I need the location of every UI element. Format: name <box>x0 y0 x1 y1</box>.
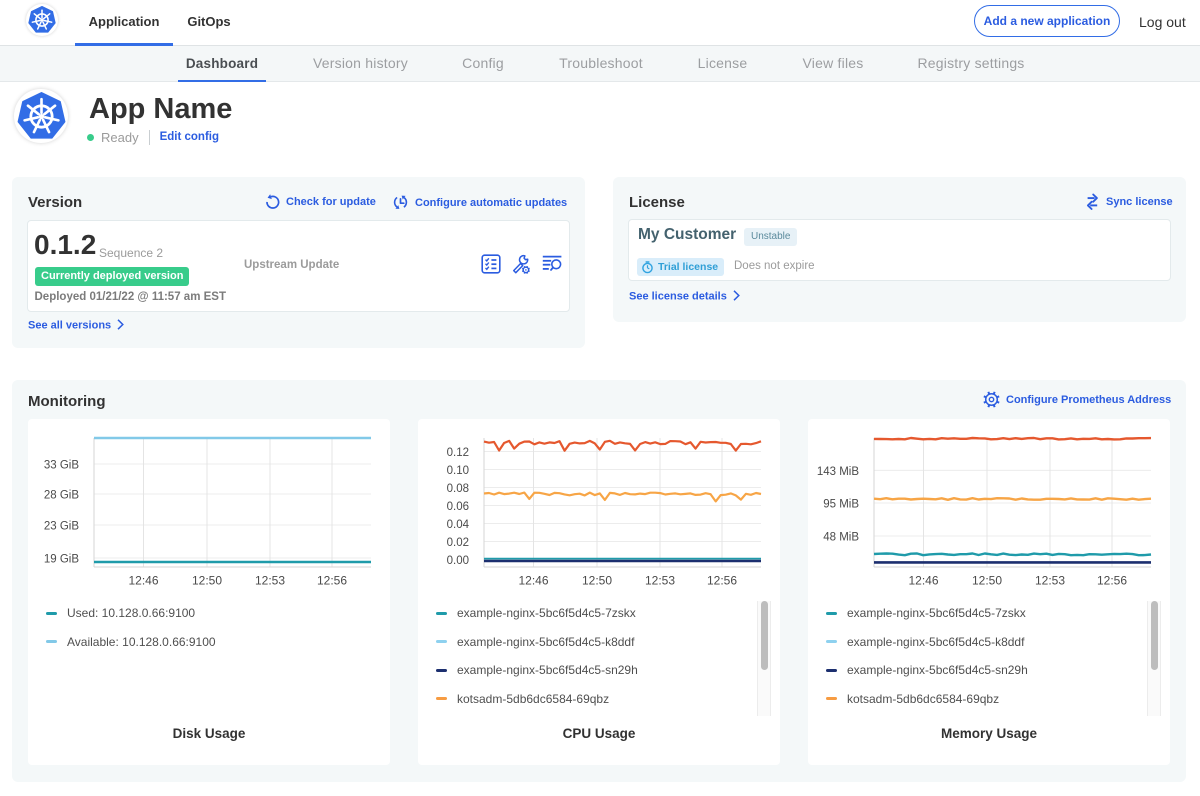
svg-text:48 MiB: 48 MiB <box>823 532 859 544</box>
svg-text:0.00: 0.00 <box>447 555 469 567</box>
svg-text:28 GiB: 28 GiB <box>44 490 79 502</box>
svg-text:0.10: 0.10 <box>447 465 469 477</box>
svg-text:0.12: 0.12 <box>447 447 469 459</box>
svg-text:12:46: 12:46 <box>128 574 158 588</box>
svg-text:95 MiB: 95 MiB <box>823 499 859 511</box>
svg-text:12:53: 12:53 <box>645 574 675 588</box>
svg-text:12:50: 12:50 <box>582 574 612 588</box>
svg-text:0.08: 0.08 <box>447 483 469 495</box>
svg-text:0.02: 0.02 <box>447 537 469 549</box>
svg-text:0.04: 0.04 <box>447 519 470 531</box>
svg-text:12:53: 12:53 <box>1035 574 1065 588</box>
svg-text:12:46: 12:46 <box>908 574 938 588</box>
svg-text:143 MiB: 143 MiB <box>817 466 860 478</box>
svg-text:12:50: 12:50 <box>972 574 1002 588</box>
svg-text:23 GiB: 23 GiB <box>44 521 79 533</box>
svg-text:12:46: 12:46 <box>518 574 548 588</box>
svg-text:12:56: 12:56 <box>1097 574 1127 588</box>
svg-text:12:50: 12:50 <box>192 574 222 588</box>
svg-text:33 GiB: 33 GiB <box>44 460 79 472</box>
svg-text:0.06: 0.06 <box>447 501 469 513</box>
svg-text:12:53: 12:53 <box>255 574 285 588</box>
svg-text:12:56: 12:56 <box>317 574 347 588</box>
svg-text:19 GiB: 19 GiB <box>44 554 79 566</box>
svg-text:12:56: 12:56 <box>707 574 737 588</box>
